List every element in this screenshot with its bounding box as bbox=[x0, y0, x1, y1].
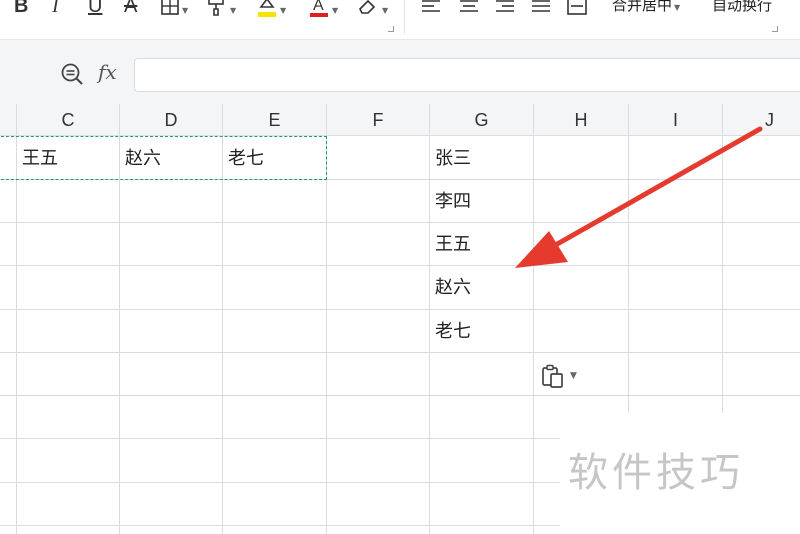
paste-options-button[interactable]: ▼ bbox=[540, 362, 586, 390]
align-right-button[interactable] bbox=[494, 0, 516, 20]
distributed-icon bbox=[567, 0, 587, 15]
grid-line bbox=[119, 136, 120, 534]
watermark-text: 软件技巧 bbox=[568, 450, 744, 496]
align-right-icon bbox=[496, 0, 514, 12]
justify-button[interactable] bbox=[530, 0, 552, 20]
distributed-button[interactable] bbox=[566, 0, 588, 20]
strikethrough-icon: A bbox=[124, 0, 138, 17]
grid-line bbox=[0, 395, 800, 396]
chevron-down-icon: ▼ bbox=[230, 5, 237, 15]
column-header-h[interactable]: H bbox=[534, 104, 629, 136]
chevron-down-icon: ▼ bbox=[182, 5, 189, 15]
format-painter-button[interactable]: ▼ bbox=[206, 0, 236, 20]
merge-center-label: 合并居中 bbox=[612, 0, 673, 14]
grid-line bbox=[222, 136, 223, 534]
clear-format-icon bbox=[359, 0, 376, 14]
fill-color-icon bbox=[258, 0, 276, 17]
strikethrough-button[interactable]: A bbox=[124, 0, 137, 20]
grid-line bbox=[0, 309, 800, 310]
chevron-down-icon: ▼ bbox=[382, 5, 389, 15]
fx-label[interactable]: fx bbox=[98, 60, 117, 84]
cell-e1[interactable]: 老七 bbox=[223, 137, 326, 180]
cell-g1[interactable]: 张三 bbox=[430, 137, 533, 180]
justify-icon bbox=[532, 0, 550, 12]
format-painter-icon bbox=[208, 0, 224, 16]
border-icon bbox=[161, 0, 179, 15]
italic-icon: I bbox=[52, 0, 59, 17]
column-header-b[interactable] bbox=[0, 104, 17, 136]
underline-icon: U bbox=[88, 0, 103, 17]
cell-g4[interactable]: 赵六 bbox=[430, 266, 533, 309]
align-left-button[interactable] bbox=[420, 0, 442, 20]
bold-icon: B bbox=[14, 0, 29, 17]
align-center-button[interactable] bbox=[458, 0, 480, 20]
formula-input[interactable] bbox=[134, 58, 800, 92]
formula-bar: fx bbox=[0, 40, 800, 104]
font-color-icon: A bbox=[310, 0, 328, 17]
chevron-down-icon: ▼ bbox=[332, 5, 339, 15]
grid-line bbox=[0, 222, 800, 223]
column-header-f[interactable]: F bbox=[327, 104, 430, 136]
clear-format-button[interactable]: ▼ bbox=[356, 0, 388, 20]
dialog-launcher-icon[interactable] bbox=[388, 26, 394, 32]
cell-c1[interactable]: 王五 bbox=[17, 137, 119, 180]
merge-center-button[interactable]: 合并居中 ▼ bbox=[612, 0, 680, 15]
chevron-down-icon: ▼ bbox=[570, 371, 577, 381]
wrap-text-label: 自动换行 bbox=[712, 0, 773, 14]
bold-button[interactable]: B bbox=[14, 0, 28, 20]
grid-line bbox=[533, 136, 534, 534]
cell-d1[interactable]: 赵六 bbox=[120, 137, 222, 180]
border-button[interactable]: ▼ bbox=[160, 0, 188, 20]
underline-button[interactable]: U bbox=[88, 0, 102, 20]
align-center-icon bbox=[460, 0, 478, 12]
grid-line bbox=[0, 352, 800, 353]
column-header-d[interactable]: D bbox=[120, 104, 223, 136]
grid-line bbox=[0, 265, 800, 266]
column-header-j[interactable]: J bbox=[723, 104, 800, 136]
italic-button[interactable]: I bbox=[52, 0, 59, 20]
chevron-down-icon: ▼ bbox=[674, 3, 681, 12]
ribbon-divider bbox=[404, 0, 405, 34]
cell-g2[interactable]: 李四 bbox=[430, 180, 533, 223]
zoom-icon[interactable] bbox=[60, 62, 84, 86]
grid-line bbox=[326, 136, 327, 534]
grid-line bbox=[16, 136, 17, 534]
svg-text:A: A bbox=[313, 0, 324, 14]
column-header-c[interactable]: C bbox=[17, 104, 120, 136]
align-left-icon bbox=[422, 0, 440, 12]
column-header-i[interactable]: I bbox=[629, 104, 723, 136]
dialog-launcher-icon[interactable] bbox=[772, 26, 778, 32]
cell-g5[interactable]: 老七 bbox=[430, 310, 533, 353]
column-header-g[interactable]: G bbox=[430, 104, 534, 136]
cell-g3[interactable]: 王五 bbox=[430, 223, 533, 266]
paste-options-icon bbox=[542, 364, 563, 388]
column-header-e[interactable]: E bbox=[223, 104, 327, 136]
chevron-down-icon: ▼ bbox=[280, 5, 287, 15]
fill-color-button[interactable]: ▼ bbox=[256, 0, 286, 20]
ribbon-toolbar: B I U A ▼ ▼ ▼ A ▼ ▼ 合并居中 ▼ 自动换行 bbox=[0, 0, 800, 40]
font-color-button[interactable]: A ▼ bbox=[308, 0, 338, 20]
wrap-text-button[interactable]: 自动换行 bbox=[712, 0, 772, 15]
